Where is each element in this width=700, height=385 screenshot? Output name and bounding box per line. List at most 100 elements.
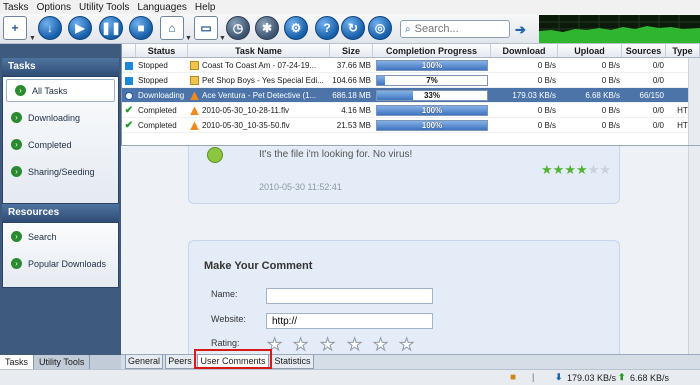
table-header: Status Task Name Size Completion Progres… xyxy=(122,44,700,58)
completed-check-icon: ✔ xyxy=(124,120,134,131)
tab-general[interactable]: General xyxy=(125,355,163,369)
status-bar: ■ | ⬇ 179.03 KB/s ⬆ 6.68 KB/s xyxy=(0,369,700,385)
content-scrollbar[interactable] xyxy=(688,146,700,354)
comment-rating: ★★★★★★ xyxy=(541,162,611,178)
column-size[interactable]: Size xyxy=(330,44,373,57)
comments-panel: It's the file i'm looking for. No virus!… xyxy=(121,146,688,354)
open-folder-icon[interactable]: ⌂ xyxy=(160,16,184,40)
table-row[interactable]: Stopped Coast To Coast Am - 07-24-19... … xyxy=(122,58,700,73)
vlc-cone-icon xyxy=(190,91,199,101)
nav-downloading[interactable]: › Downloading xyxy=(3,104,118,131)
open-icon[interactable]: ↓ xyxy=(38,16,62,40)
new-task-icon[interactable]: + xyxy=(3,16,27,40)
rating-star-icon[interactable]: ★ xyxy=(319,335,335,355)
website-label: Website: xyxy=(211,314,246,324)
menu-help[interactable]: Help xyxy=(195,2,216,13)
nav-all-tasks[interactable]: › All Tasks xyxy=(6,79,115,102)
form-title: Make Your Comment xyxy=(204,260,313,272)
menu-tasks[interactable]: Tasks xyxy=(3,2,29,13)
stop-icon[interactable]: ■ xyxy=(129,16,153,40)
column-task-name[interactable]: Task Name xyxy=(188,44,330,57)
menu-languages[interactable]: Languages xyxy=(137,2,187,13)
rating-star-icon[interactable]: ★ xyxy=(372,335,388,355)
menu-utility-tools[interactable]: Utility Tools xyxy=(79,2,129,13)
resources-panel-title: Resources xyxy=(2,204,119,222)
speed-graph xyxy=(539,15,700,43)
comment-card: It's the file i'm looking for. No virus!… xyxy=(188,146,620,204)
move-dropdown-icon[interactable]: ▼ xyxy=(219,35,226,42)
name-field[interactable] xyxy=(266,288,433,304)
gear-icon[interactable]: ⚙ xyxy=(284,16,308,40)
stopped-icon xyxy=(125,61,133,70)
menu-options[interactable]: Options xyxy=(37,2,71,13)
help-icon[interactable]: ? xyxy=(315,16,339,40)
column-type[interactable]: Type xyxy=(666,44,700,57)
search-box[interactable]: ⌕ xyxy=(400,20,510,38)
arrow-right-icon: › xyxy=(15,85,26,96)
table-scrollbar[interactable] xyxy=(688,58,700,145)
vlc-cone-icon xyxy=(190,106,199,116)
nav-sharing-seeding[interactable]: › Sharing/Seeding xyxy=(3,158,118,185)
rating-label: Rating: xyxy=(211,338,240,348)
column-sources[interactable]: Sources xyxy=(622,44,666,57)
filled-star-icon: ★ xyxy=(552,162,565,177)
pause-icon[interactable]: ❚❚ xyxy=(99,16,123,40)
filled-star-icon: ★ xyxy=(541,162,553,177)
column-download[interactable]: Download xyxy=(491,44,558,57)
filled-star-icon: ★ xyxy=(564,162,576,177)
rating-star-icon[interactable]: ★ xyxy=(346,335,362,355)
speed-graph-chart xyxy=(539,15,700,43)
folder-dropdown-icon[interactable]: ▼ xyxy=(185,35,192,42)
refresh-icon[interactable]: ↻ xyxy=(341,16,365,40)
name-label: Name: xyxy=(211,289,238,299)
tab-utility-tools[interactable]: Utility Tools xyxy=(34,355,91,370)
filled-star-icon: ★ xyxy=(575,162,588,177)
website-field[interactable] xyxy=(266,313,433,329)
rating-star-icon[interactable]: ★ xyxy=(292,335,308,355)
progress-bar: 100% xyxy=(376,60,488,71)
nav-search[interactable]: › Search xyxy=(3,223,118,250)
arrow-right-icon: › xyxy=(11,139,22,150)
settings-icon[interactable]: ✱ xyxy=(255,16,279,40)
table-row[interactable]: ✔ Completed 2010-05-30_10-28-11.flv 4.16… xyxy=(122,103,700,118)
tasks-panel: › All Tasks › Downloading › Completed › Shar… xyxy=(2,76,119,204)
table-row[interactable]: ✔ Completed 2010-05-30_10-35-50.flv 21.5… xyxy=(122,118,700,133)
schedule-icon[interactable]: ◷ xyxy=(226,16,250,40)
make-comment-form: Make Your Comment Name: Website: Rating:… xyxy=(188,240,620,354)
nav-popular-downloads[interactable]: › Popular Downloads xyxy=(3,250,118,277)
move-icon[interactable]: ▭ xyxy=(194,16,218,40)
search-icon: ⌕ xyxy=(405,23,411,35)
rating-star-icon[interactable]: ★ xyxy=(398,335,414,355)
tab-statistics[interactable]: Statistics xyxy=(271,355,314,369)
user-avatar-icon xyxy=(207,147,223,163)
completed-check-icon: ✔ xyxy=(124,105,134,116)
table-row-selected[interactable]: Downloading Ace Ventura - Pet Detective … xyxy=(122,88,700,103)
tasks-panel-title: Tasks xyxy=(2,58,119,76)
nav-completed[interactable]: › Completed xyxy=(3,131,118,158)
empty-star-icon: ★ xyxy=(587,162,600,177)
arrow-right-icon: › xyxy=(11,166,22,177)
tab-tasks[interactable]: Tasks xyxy=(0,355,35,370)
downloading-icon xyxy=(125,91,133,100)
column-upload[interactable]: Upload xyxy=(558,44,622,57)
upload-speed: 6.68 KB/s xyxy=(630,373,670,383)
tab-peers[interactable]: Peers xyxy=(165,355,195,369)
column-completion[interactable]: Completion Progress xyxy=(373,44,491,57)
search-go-icon[interactable]: ➔ xyxy=(515,22,526,38)
start-icon[interactable]: ▶ xyxy=(68,16,92,40)
vlc-cone-icon xyxy=(190,121,199,131)
search-input[interactable] xyxy=(414,23,497,35)
folder-icon xyxy=(190,76,199,86)
upload-speed-icon: ⬆ xyxy=(618,372,626,382)
table-row[interactable]: Stopped Pet Shop Boys - Yes Special Edi.… xyxy=(122,73,700,88)
download-speed: 179.03 KB/s xyxy=(567,373,617,383)
globe-icon[interactable]: ◎ xyxy=(368,16,392,40)
arrow-right-icon: › xyxy=(11,231,22,242)
progress-bar: 7% xyxy=(376,75,488,86)
column-status[interactable]: Status xyxy=(136,44,188,57)
comment-date: 2010-05-30 11:52:41 xyxy=(259,182,342,192)
new-task-dropdown-icon[interactable]: ▼ xyxy=(29,35,36,42)
progress-bar: 33% xyxy=(376,90,488,101)
download-speed-icon: ⬇ xyxy=(555,372,563,382)
left-panel: Tasks › All Tasks › Downloading › Completed… xyxy=(0,44,121,369)
